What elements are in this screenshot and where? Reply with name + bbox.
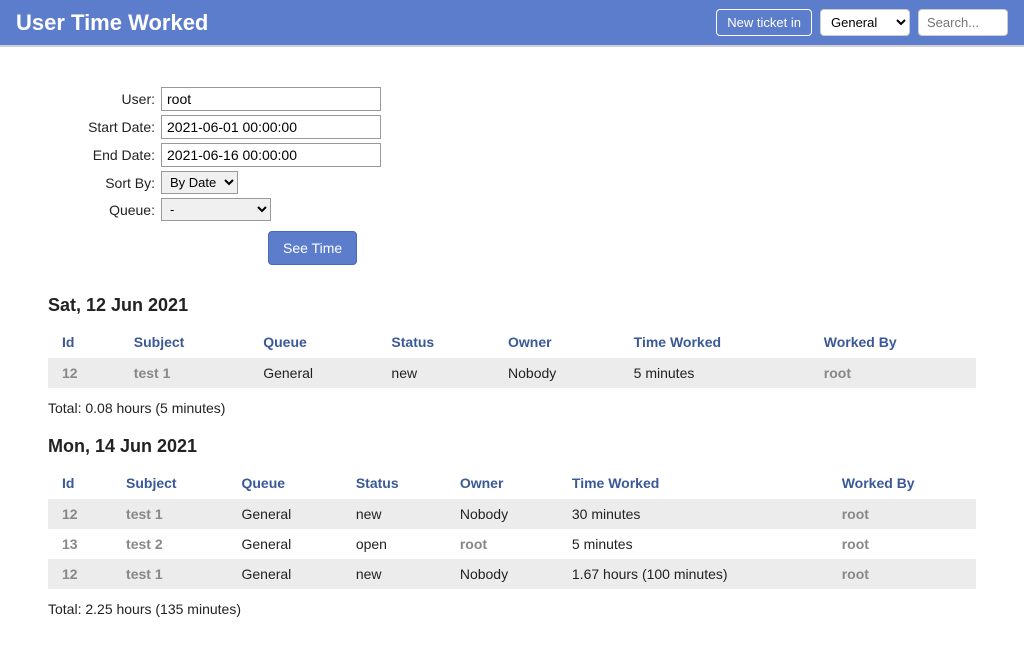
filter-form: User: Start Date: End Date: Sort By: By … xyxy=(48,87,976,265)
cell-owner: Nobody xyxy=(446,499,558,529)
cell-subject[interactable]: test 1 xyxy=(112,559,227,589)
cell-time-worked: 5 minutes xyxy=(620,358,810,388)
queue-label: Queue: xyxy=(48,202,161,218)
col-id[interactable]: Id xyxy=(48,326,120,358)
cell-status: new xyxy=(342,559,446,589)
col-status[interactable]: Status xyxy=(342,467,446,499)
col-worked_by[interactable]: Worked By xyxy=(810,326,976,358)
page-title: User Time Worked xyxy=(16,10,208,36)
table-row: 12test 1GeneralnewNobody30 minutesroot xyxy=(48,499,976,529)
table-row: 12test 1GeneralnewNobody1.67 hours (100 … xyxy=(48,559,976,589)
end-date-input[interactable] xyxy=(161,143,381,167)
new-ticket-queue-select[interactable]: General xyxy=(820,9,910,36)
col-time_worked[interactable]: Time Worked xyxy=(558,467,828,499)
cell-id[interactable]: 12 xyxy=(48,559,112,589)
new-ticket-button[interactable]: New ticket in xyxy=(716,9,812,36)
cell-queue: General xyxy=(227,559,341,589)
top-header: User Time Worked New ticket in General xyxy=(0,0,1024,47)
col-owner[interactable]: Owner xyxy=(494,326,620,358)
col-subject[interactable]: Subject xyxy=(120,326,249,358)
col-queue[interactable]: Queue xyxy=(249,326,377,358)
cell-queue: General xyxy=(227,499,341,529)
user-label: User: xyxy=(48,91,161,107)
cell-status: new xyxy=(342,499,446,529)
col-queue[interactable]: Queue xyxy=(227,467,341,499)
time-table: IdSubjectQueueStatusOwnerTime WorkedWork… xyxy=(48,326,976,388)
col-time_worked[interactable]: Time Worked xyxy=(620,326,810,358)
end-date-label: End Date: xyxy=(48,147,161,163)
time-table: IdSubjectQueueStatusOwnerTime WorkedWork… xyxy=(48,467,976,589)
cell-id[interactable]: 12 xyxy=(48,499,112,529)
cell-status: new xyxy=(377,358,494,388)
cell-id[interactable]: 12 xyxy=(48,358,120,388)
table-row: 12test 1GeneralnewNobody5 minutesroot xyxy=(48,358,976,388)
cell-worked-by[interactable]: root xyxy=(828,559,976,589)
start-date-input[interactable] xyxy=(161,115,381,139)
cell-owner: Nobody xyxy=(446,559,558,589)
queue-select[interactable]: - xyxy=(161,198,271,221)
sort-by-label: Sort By: xyxy=(48,175,161,191)
col-status[interactable]: Status xyxy=(377,326,494,358)
cell-worked-by[interactable]: root xyxy=(810,358,976,388)
user-input[interactable] xyxy=(161,87,381,111)
sort-by-select[interactable]: By Date xyxy=(161,171,238,194)
cell-time-worked: 1.67 hours (100 minutes) xyxy=(558,559,828,589)
group-total: Total: 2.25 hours (135 minutes) xyxy=(48,601,976,617)
col-subject[interactable]: Subject xyxy=(112,467,227,499)
main-content: User: Start Date: End Date: Sort By: By … xyxy=(0,47,1024,657)
cell-subject[interactable]: test 1 xyxy=(120,358,249,388)
search-input[interactable] xyxy=(918,9,1008,36)
day-heading: Sat, 12 Jun 2021 xyxy=(48,295,976,316)
cell-queue: General xyxy=(249,358,377,388)
col-worked_by[interactable]: Worked By xyxy=(828,467,976,499)
header-actions: New ticket in General xyxy=(716,9,1008,36)
cell-subject[interactable]: test 1 xyxy=(112,499,227,529)
day-heading: Mon, 14 Jun 2021 xyxy=(48,436,976,457)
start-date-label: Start Date: xyxy=(48,119,161,135)
results-container: Sat, 12 Jun 2021IdSubjectQueueStatusOwne… xyxy=(48,295,976,617)
cell-worked-by[interactable]: root xyxy=(828,499,976,529)
group-total: Total: 0.08 hours (5 minutes) xyxy=(48,400,976,416)
see-time-button[interactable]: See Time xyxy=(268,231,357,265)
col-owner[interactable]: Owner xyxy=(446,467,558,499)
cell-owner: Nobody xyxy=(494,358,620,388)
col-id[interactable]: Id xyxy=(48,467,112,499)
cell-time-worked: 30 minutes xyxy=(558,499,828,529)
